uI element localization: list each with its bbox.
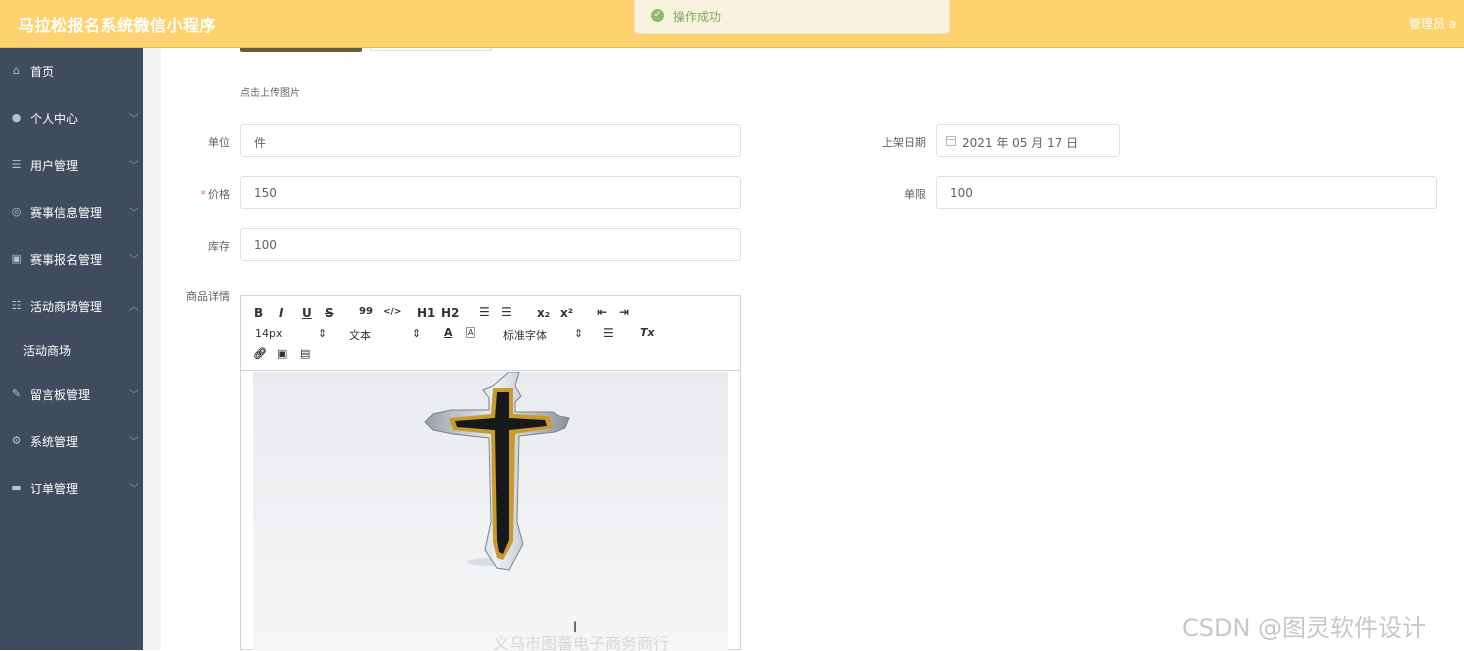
- paragraph-chevron-icon: ⇕: [412, 327, 422, 340]
- detail-label: 商品详情: [186, 290, 230, 303]
- price-value: 150: [254, 186, 277, 200]
- image-icon[interactable]: ▣: [277, 347, 287, 360]
- video-icon[interactable]: ▤: [300, 347, 310, 360]
- price-input[interactable]: 150: [240, 176, 741, 209]
- link-icon[interactable]: 🔗︎: [253, 347, 267, 360]
- indent-icon[interactable]: ⇥: [619, 305, 629, 319]
- bold-button[interactable]: B: [254, 306, 263, 320]
- bullet-list-icon[interactable]: ☰: [501, 305, 512, 319]
- strike-button[interactable]: S: [325, 306, 334, 320]
- sidebar-item-home[interactable]: ⌂ 首页: [0, 48, 143, 94]
- clipboard-icon: ▣: [11, 252, 22, 265]
- subscript-button[interactable]: x₂: [537, 306, 550, 320]
- unit-input[interactable]: 件: [240, 124, 741, 157]
- csdn-watermark: CSDN @图灵软件设计: [1182, 614, 1427, 642]
- calendar-icon: [946, 136, 956, 146]
- sidebar-item-race-registration[interactable]: ▣ 赛事报名管理 ﹀: [0, 236, 143, 282]
- blockquote-button[interactable]: 99: [359, 306, 373, 317]
- pen-icon: ✎: [11, 387, 22, 400]
- sidebar-item-label: 用户管理: [30, 159, 79, 173]
- sidebar-item-mall-management[interactable]: ☷ 活动商场管理 ︿: [0, 283, 143, 329]
- text-cursor-icon: I: [573, 620, 578, 636]
- sidebar-item-users[interactable]: ☰ 用户管理 ﹀: [0, 142, 143, 188]
- sidebar-item-label: 系统管理: [30, 435, 79, 449]
- editor-content-image[interactable]: 义乌市图蕃电子商务商行: [253, 372, 728, 651]
- sidebar-item-race-info[interactable]: ◎ 赛事信息管理 ﹀: [0, 189, 143, 235]
- price-label: * 价格: [150, 186, 231, 202]
- sidebar-item-label: 赛事报名管理: [30, 253, 103, 267]
- chevron-down-icon: ﹀: [129, 255, 139, 266]
- cross-pendant-image: [424, 372, 570, 571]
- text-color-button[interactable]: A: [444, 326, 453, 339]
- font-family-select[interactable]: 标准字体: [503, 327, 547, 343]
- sidebar-item-system[interactable]: ⚙ 系统管理 ﹀: [0, 418, 143, 464]
- chevron-up-icon: ︿: [129, 302, 139, 313]
- sidebar-item-mall[interactable]: 活动商场: [0, 327, 143, 373]
- upload-box[interactable]: [370, 48, 492, 51]
- unit-value: 件: [254, 136, 267, 150]
- globe-icon: ◎: [11, 205, 22, 218]
- chevron-down-icon: ﹀: [129, 114, 139, 125]
- sidebar-item-label: 留言板管理: [30, 388, 91, 402]
- paragraph-select[interactable]: 文本: [349, 327, 371, 343]
- required-marker: *: [200, 188, 207, 201]
- clear-format-button[interactable]: Tx: [640, 326, 655, 339]
- app-title: 马拉松报名系统微信小程序: [18, 16, 217, 35]
- sidebar-item-label: 首页: [30, 65, 55, 79]
- superscript-button[interactable]: x²: [560, 306, 573, 320]
- stock-label: 库存: [208, 240, 230, 253]
- italic-button[interactable]: I: [279, 306, 283, 320]
- stock-value: 100: [254, 238, 277, 252]
- chevron-down-icon: ﹀: [129, 161, 139, 172]
- font-size-select[interactable]: 14px: [255, 327, 283, 340]
- chevron-down-icon: ﹀: [129, 208, 139, 219]
- rich-text-editor[interactable]: B I U S 99 </> H1 H2 ☰ ☰ x₂ x² ⇤ ⇥ 14px …: [240, 295, 741, 651]
- sidebar-item-label: 赛事信息管理: [30, 206, 103, 220]
- stock-input[interactable]: 100: [240, 228, 741, 261]
- sidebar-item-label: 订单管理: [30, 482, 79, 496]
- sidebar: ⌂ 首页 ● 个人中心 ﹀ ☰ 用户管理 ﹀ ◎ 赛事信息管理 ﹀ ▣ 赛事报名…: [0, 48, 143, 650]
- limit-value: 100: [950, 186, 973, 200]
- toast-message: 操作成功: [673, 10, 722, 24]
- uploaded-image-thumbnail[interactable]: [240, 48, 362, 52]
- user-menu[interactable]: 管理员 a: [1409, 15, 1456, 32]
- align-icon[interactable]: ☰: [603, 326, 614, 340]
- shelf-date-picker[interactable]: 2021 年 05 月 17 日: [936, 124, 1120, 157]
- editor-toolbar: B I U S 99 </> H1 H2 ☰ ☰ x₂ x² ⇤ ⇥ 14px …: [241, 296, 740, 371]
- unit-label: 单位: [208, 136, 230, 149]
- chevron-down-icon: ﹀: [129, 437, 139, 448]
- shelf-date-value: 2021 年 05 月 17 日: [962, 136, 1079, 150]
- list-icon: ☰: [11, 158, 22, 171]
- monitor-icon: ▬: [11, 481, 22, 494]
- sidebar-item-personal-center[interactable]: ● 个人中心 ﹀: [0, 95, 143, 141]
- background-color-button[interactable]: A: [466, 327, 476, 338]
- chevron-down-icon: ﹀: [129, 484, 139, 495]
- upload-hint[interactable]: 点击上传图片: [240, 84, 300, 99]
- limit-label: 单限: [904, 188, 926, 201]
- check-circle-icon: ✓: [651, 9, 664, 22]
- home-icon: ⌂: [13, 64, 20, 77]
- success-toast: ✓ 操作成功: [634, 0, 950, 34]
- sidebar-item-label: 活动商场管理: [30, 300, 103, 314]
- person-icon: ●: [11, 111, 22, 124]
- underline-button[interactable]: U: [302, 306, 312, 320]
- limit-input[interactable]: 100: [936, 176, 1437, 209]
- heading2-button[interactable]: H2: [441, 306, 459, 320]
- sidebar-item-label: 个人中心: [30, 112, 79, 126]
- image-watermark: 义乌市图蕃电子商务商行: [493, 634, 670, 651]
- sidebar-item-label: 活动商场: [23, 344, 72, 358]
- settings-icon: ⚙: [11, 434, 22, 447]
- chevron-down-icon: ﹀: [129, 390, 139, 401]
- sliders-icon: ☷: [11, 299, 22, 312]
- price-label-text: 价格: [208, 188, 230, 201]
- sidebar-item-message-board[interactable]: ✎ 留言板管理 ﹀: [0, 371, 143, 417]
- code-block-button[interactable]: </>: [383, 307, 401, 317]
- heading1-button[interactable]: H1: [417, 306, 435, 320]
- font-family-chevron-icon: ⇕: [574, 327, 584, 340]
- ordered-list-icon[interactable]: ☰: [479, 305, 490, 319]
- font-size-chevron-icon: ⇕: [318, 327, 328, 340]
- shelf-date-label: 上架日期: [882, 136, 926, 149]
- sidebar-item-orders[interactable]: ▬ 订单管理 ﹀: [0, 465, 143, 511]
- outdent-icon[interactable]: ⇤: [597, 305, 607, 319]
